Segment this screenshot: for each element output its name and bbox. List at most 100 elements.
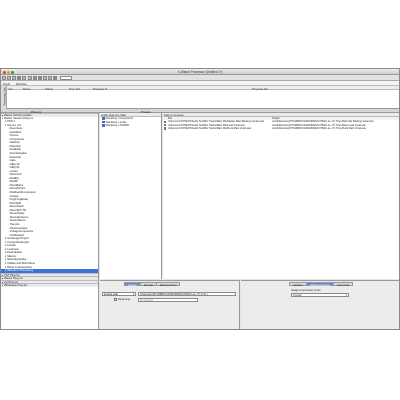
- tree-item-label: Peak Master: [7, 251, 23, 255]
- tree-item-label: PitchShift: [9, 201, 22, 205]
- tree-item-label: VocalLoge Project: [7, 237, 29, 241]
- processing-jobs-panel: Processing Jobs Job Name Status Time lef…: [1, 86, 399, 109]
- cores-usage-label: Usage of processor cores: [291, 289, 321, 292]
- tree-item-label: ReverbFX TR: [9, 208, 27, 212]
- col-time-left[interactable]: Time left: [69, 87, 80, 91]
- start-icon[interactable]: [32, 76, 37, 80]
- tree-item-label: Dither & Resampling: [7, 265, 32, 269]
- tree-item-label: MonoBarks: [9, 183, 24, 187]
- tree-item-label: ModFlt: [9, 180, 18, 184]
- col-job[interactable]: Job: [8, 87, 13, 91]
- tree-item-label: Octaver: [9, 194, 20, 198]
- tree-item-label: DownSampleL: [9, 152, 28, 156]
- open-icon[interactable]: [6, 76, 11, 80]
- file-row[interactable]: /Volumes/CONTENT/Audio Test/Mix Tracks/M…: [163, 127, 399, 130]
- tree-item-label: ToneGenerator: [9, 226, 28, 230]
- tree-item-label: Compressor: [9, 137, 25, 141]
- tree-item[interactable]: ▸ Whitepace Plug-ins: [1, 283, 98, 287]
- window-title: X-Watch Processor [Untitled 1*]: [177, 70, 223, 74]
- tree-item-label: Reverberq: [9, 127, 23, 131]
- tab-output[interactable]: Output: [124, 282, 141, 287]
- tree-item-label: VoxReverbs: [9, 233, 25, 237]
- tab-multiprocessing[interactable]: Multiprocessing: [306, 282, 334, 287]
- tree-item-label: VintageCompressor: [9, 230, 34, 234]
- chevron-down-icon: ▾: [132, 293, 134, 296]
- output-path-field[interactable]: /Users/ss/y8/TCdBRCfmFbRGBN/b/tsTHk0U-ss…: [138, 292, 236, 296]
- pause-icon[interactable]: [43, 76, 48, 80]
- tree-item-label: Utilities and Multi-Mono: [7, 261, 36, 265]
- tree-item-label: Limiter: [9, 169, 18, 173]
- tree-item-label: MonoPitches: [9, 187, 26, 191]
- tree-item-label: Master Session Plug-ins: [4, 116, 34, 120]
- tree-item-label: DeEsser: [9, 141, 20, 145]
- save-icon[interactable]: [11, 76, 16, 80]
- file-checkbox[interactable]: [164, 127, 167, 130]
- plugin-item[interactable]: Steinberg: UV22HR: [100, 124, 161, 128]
- tree-item-label: ModEQ: [9, 176, 19, 180]
- plugin-icon: [102, 117, 105, 120]
- options-tabs: Options Multiprocessing Comment: [289, 282, 354, 287]
- info-icon[interactable]: [53, 76, 58, 80]
- renaming-field[interactable]: No Change: [138, 297, 198, 302]
- cores-usage-dropdown[interactable]: 4 cores ▾: [291, 293, 349, 297]
- tree-item-label: StereoExpander: [7, 258, 27, 262]
- tree-item-label: AU Plug-ins: [3, 280, 19, 284]
- stop-icon[interactable]: [37, 76, 42, 80]
- tree-item-label: Crystal Resampler: [7, 240, 30, 244]
- application-window: X-Watch Processor [Untitled 1*] Tools Wi…: [0, 68, 400, 330]
- tree-item-label: Loudness: [7, 247, 19, 251]
- tree-item-label: Chorus: [9, 134, 19, 138]
- jobs-column-header: Job Name Status Time left Progress % Pro…: [7, 86, 399, 91]
- tree-item-label: AudioRes: [9, 130, 22, 134]
- col-progress-bar[interactable]: Progress bar: [252, 87, 268, 91]
- col-name[interactable]: Name: [23, 87, 30, 91]
- tree-item-label: Waves Plug-ins: [4, 277, 23, 280]
- new-icon[interactable]: [1, 76, 6, 80]
- output-settings-panel: Output Format External Tool Explicit path ▾…: [100, 280, 240, 329]
- tree-item-label: Sonnox Ltd: [7, 123, 21, 127]
- tab-comment[interactable]: Comment: [333, 282, 354, 287]
- remove-files-icon[interactable]: [22, 76, 27, 80]
- add-files-icon[interactable]: [17, 76, 22, 80]
- files-panel: Files to process File Output /Volumes/CO…: [163, 113, 399, 279]
- renaming-label: Renaming: [118, 298, 130, 301]
- tree-item-label: GEQ-31: [9, 166, 20, 170]
- processing-options-panel: Options Multiprocessing Comment Usage of p…: [241, 280, 399, 329]
- tree-item-label: Gate: [9, 159, 16, 163]
- tab-format[interactable]: Format: [139, 282, 157, 287]
- tree-item-label: VST Plug-ins: [4, 273, 20, 277]
- tree-item-label: StereoEnhance: [9, 215, 29, 219]
- tree-item-label: MultibandCompressor: [9, 191, 36, 195]
- tree-item-label: Whitepace Plug-ins: [4, 284, 28, 287]
- tree-item-label: Expander: [9, 155, 22, 159]
- tree-item-label: Tremolo: [9, 222, 20, 226]
- tree-item-label: PSP-1: [7, 120, 15, 124]
- output-mode-dropdown[interactable]: Explicit path ▾: [102, 292, 136, 296]
- tree-item-label: Leveler: [7, 244, 16, 248]
- renaming-checkbox[interactable]: [114, 298, 117, 301]
- tree-item-label: Waveform Processing: [7, 269, 34, 273]
- audio-plugins-panel: Audio plug-ins chain Steinberg: Compress…: [100, 113, 162, 279]
- output-tabs: Output Format External Tool: [124, 282, 181, 287]
- tree-item-label: PingPongDelay: [9, 198, 29, 202]
- plugin-icon: [102, 120, 105, 124]
- clear-icon[interactable]: [27, 76, 32, 80]
- tree-item-label: Maximizer: [9, 173, 22, 177]
- col-status[interactable]: Status: [45, 87, 53, 91]
- plugin-tree[interactable]: ▸ Waves Version presets ▾ Master Session …: [1, 113, 99, 329]
- tree-item-label: Silence: [7, 254, 16, 258]
- plugin-icon: [102, 124, 105, 127]
- settings-icon[interactable]: [48, 76, 53, 80]
- file-output: /usr/folders/ss/y8/TCdBRCfmFbRGBN/b/tsTH…: [272, 126, 367, 130]
- preset-combo[interactable]: [60, 76, 73, 80]
- tree-item-label: StereoDelay: [9, 212, 25, 216]
- tab-external-tool[interactable]: External Tool: [156, 282, 181, 287]
- tab-options[interactable]: Options: [289, 282, 307, 287]
- tree-item-label: StereoStereo: [9, 219, 26, 223]
- chevron-down-icon: ▾: [345, 294, 347, 297]
- tree-item-label: GEQ-10: [9, 162, 20, 166]
- tree-item-label: Distortion: [9, 144, 22, 148]
- file-name: /Volumes/CONTENT/Audio Test/Mix Tracks/M…: [168, 126, 252, 130]
- tree-item-label: ReverbVerb: [9, 205, 24, 209]
- col-progress[interactable]: Progress %: [93, 87, 107, 91]
